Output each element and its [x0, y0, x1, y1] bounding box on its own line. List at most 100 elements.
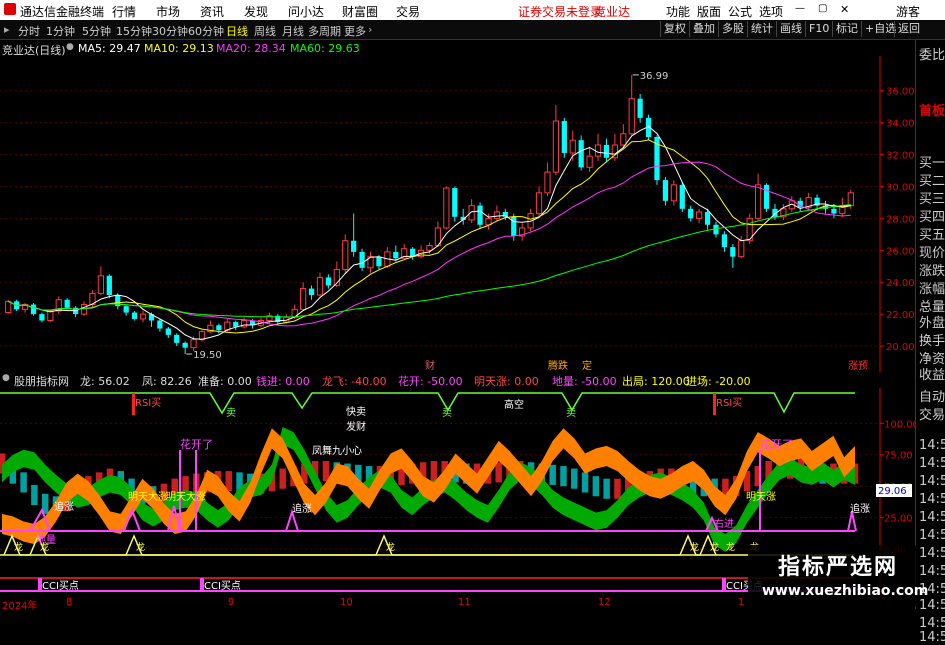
candles-group: [5, 74, 854, 355]
period-yuexian[interactable]: 月线: [282, 23, 304, 39]
side-item-16: 交易: [919, 408, 945, 423]
label-youjin: 右进: [714, 517, 734, 530]
menu-xuanxiang[interactable]: 选项: [759, 3, 783, 20]
side-item-28: 14:5: [919, 630, 945, 645]
label-cci-1: CCI买点: [42, 580, 79, 592]
candle-body-up: [552, 120, 559, 173]
candle-body-down: [308, 288, 315, 295]
period-30min[interactable]: 30分钟: [152, 23, 188, 39]
period-60min[interactable]: 60分钟: [188, 23, 224, 39]
candle-body-down: [477, 205, 483, 225]
btn-fanhui[interactable]: 返回: [894, 21, 923, 37]
candle-body-down: [359, 251, 365, 268]
candlestick-chart[interactable]: 20.00 22.00 24.00 26.00 28.00 30.00 32.00 34.00…: [0, 56, 915, 372]
login-notice[interactable]: 证券交易未登录: [518, 3, 602, 20]
toolbar-arrow-icon[interactable]: ▸: [4, 23, 10, 36]
menu-caifuquan[interactable]: 财富圈: [342, 3, 378, 20]
period-1min[interactable]: 1分钟: [46, 23, 75, 39]
candle-body-down: [325, 277, 332, 286]
label-sell-2: 卖: [442, 407, 452, 419]
indicator-tick-label: 75.00: [884, 451, 913, 462]
candle-body-down: [688, 208, 694, 219]
ind-chuju: 出局: 120.00: [622, 375, 690, 388]
label-fengwu: 凤舞九小心: [312, 445, 362, 457]
label-sell-3: 卖: [566, 407, 576, 419]
menu-hangqing[interactable]: 行情: [112, 3, 136, 20]
candle-body-up: [5, 300, 12, 314]
label-cci-2: CCI买点: [204, 580, 241, 592]
menu-banmian[interactable]: 版面: [697, 3, 721, 20]
price-tick-label: 22.00: [886, 310, 915, 321]
menu-zixun[interactable]: 资讯: [200, 3, 224, 20]
price-tick-label: 32.00: [886, 151, 915, 162]
menu-gongshi[interactable]: 公式: [728, 3, 752, 20]
btn-f10[interactable]: F10: [805, 21, 832, 37]
ind-long: 龙: 56.02: [80, 375, 130, 388]
price-tick-label: 20.00: [886, 342, 915, 353]
period-duozhouqi[interactable]: 多周期: [308, 23, 341, 39]
btn-tongji[interactable]: 统计: [747, 21, 776, 37]
btn-biaoji[interactable]: 标记: [832, 21, 861, 37]
marker-ding: 定: [582, 359, 592, 372]
menu-faxian[interactable]: 发现: [244, 3, 268, 20]
side-item-4: 买三: [919, 192, 945, 207]
ind-qianjin: 钱进: 0.00: [256, 375, 310, 388]
period-rixian[interactable]: 日线: [226, 23, 248, 39]
candle-body-down: [174, 334, 180, 343]
candle-body-down: [704, 212, 711, 225]
period-zhouxian[interactable]: 周线: [254, 23, 276, 39]
ind-jinchang: 进场: -20.00: [686, 375, 751, 388]
candle-body-up: [696, 211, 703, 219]
menu-gongneng[interactable]: 功能: [666, 3, 690, 20]
candle-body-up: [611, 144, 618, 159]
btn-duogu[interactable]: 多股: [718, 21, 747, 37]
close-button[interactable]: ✕: [840, 3, 849, 16]
side-item-19: 14:5: [919, 474, 945, 489]
side-item-20: 14:5: [919, 492, 945, 507]
price-tick-label: 24.00: [886, 278, 915, 289]
period-toolbar: ▸ 分时 1分钟 5分钟 15分钟 30分钟 60分钟 日线 周线 月线 多周期…: [0, 20, 945, 40]
minimize-button[interactable]: —: [795, 3, 805, 14]
candle-body-up: [535, 192, 543, 215]
ma20-label: MA20: 28.34: [216, 42, 286, 55]
period-gengduo[interactable]: 更多: [344, 23, 366, 39]
period-5min[interactable]: 5分钟: [82, 23, 111, 39]
menu-jiaoyi[interactable]: 交易: [396, 3, 420, 20]
candle-body-down: [216, 325, 222, 331]
period-15min[interactable]: 15分钟: [116, 23, 152, 39]
date-month-1: 1: [738, 597, 745, 608]
candle-body-up: [738, 240, 745, 258]
btn-huaxian[interactable]: 画线: [776, 21, 805, 37]
side-item-6: 买五: [919, 228, 945, 243]
maximize-button[interactable]: ▢: [818, 3, 827, 14]
btn-fuquan[interactable]: 复权: [660, 21, 689, 37]
candle-body-up: [443, 187, 450, 229]
menu-wenxiaoda[interactable]: 问小达: [288, 3, 324, 20]
candle-body-up: [628, 98, 635, 135]
date-month-8: 8: [66, 597, 73, 608]
side-item-11: 外盘: [919, 316, 945, 331]
quote-side-panel: 委比 首板 买一 买二 买三 买四 买五 现价 涨跌 涨幅 总量 外盘 换手 净资 收益 自动 交易 14:5 14…: [915, 40, 945, 645]
more-chevron-icon[interactable]: ›: [368, 23, 372, 36]
candle-body-down: [393, 251, 399, 259]
indicator-settings-icon[interactable]: ●: [2, 373, 10, 383]
ma10-label: MA10: 29.13: [144, 42, 214, 55]
settings-dot-icon[interactable]: ●: [66, 42, 74, 52]
menu-shichang[interactable]: 市场: [156, 3, 180, 20]
btn-diejia[interactable]: 叠加: [689, 21, 718, 37]
period-fenshi[interactable]: 分时: [18, 23, 40, 39]
side-item-27: 14:5: [919, 616, 945, 631]
ind-longfei: 龙飞: -40.00: [322, 375, 387, 388]
label-rsi-buy-1: RSI买: [135, 397, 161, 409]
dragon-spike-line: [3, 534, 717, 556]
date-month-9: 9: [228, 597, 235, 608]
current-value: 29.06: [878, 486, 907, 497]
label-long-7: 龙: [726, 541, 735, 553]
guest-label[interactable]: 游客: [896, 3, 920, 20]
candle-body-down: [106, 275, 112, 295]
side-item-17: 14:5: [919, 438, 945, 453]
label-long-4: 龙: [386, 541, 395, 553]
candle-body-up: [426, 245, 433, 251]
side-item-24: 14:5: [919, 564, 945, 579]
candle-body-up: [493, 211, 501, 219]
